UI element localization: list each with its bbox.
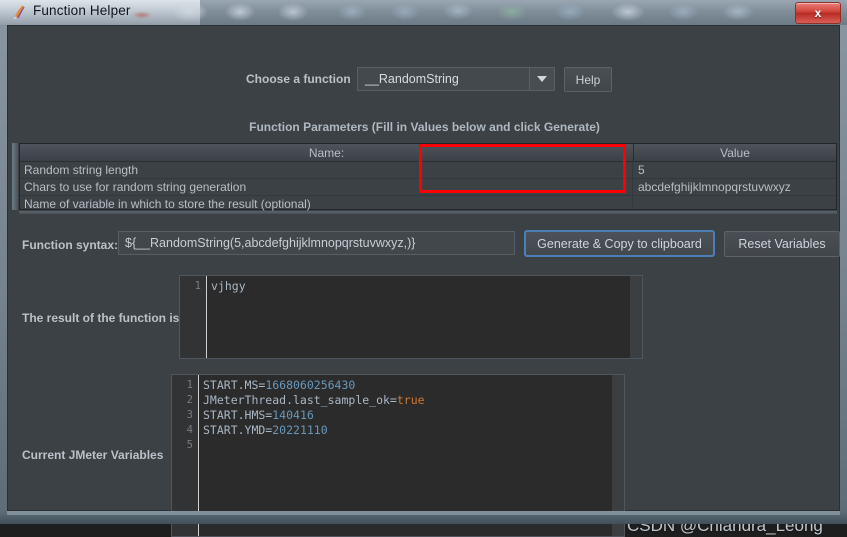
param-name: Random string length xyxy=(20,162,633,178)
result-vertical-scrollbar[interactable] xyxy=(630,276,642,358)
variable-line: START.HMS=140416 xyxy=(203,408,624,423)
column-header-name[interactable]: Name: xyxy=(20,144,634,161)
result-code[interactable]: vjhgy xyxy=(207,276,642,358)
window-bottom-frame-inner xyxy=(7,511,840,515)
result-label: The result of the function is xyxy=(22,311,180,325)
variable-key: START.YMD= xyxy=(203,423,273,437)
table-row[interactable]: Random string length 5 xyxy=(20,162,836,179)
variable-line: JMeterThread.last_sample_ok=true xyxy=(203,393,624,408)
variable-value: 20221110 xyxy=(272,423,328,437)
function-parameters-table-wrap: Name: Value Random string length 5 Chars… xyxy=(12,143,838,214)
title-bar-blur-artifact xyxy=(128,11,156,19)
result-gutter: 1 xyxy=(180,276,206,358)
chevron-down-icon[interactable] xyxy=(529,68,554,90)
line-number: 3 xyxy=(186,409,193,421)
variable-line: START.MS=1668060256430 xyxy=(203,378,624,393)
line-number: 1 xyxy=(194,280,201,292)
generate-and-copy-button[interactable]: Generate & Copy to clipboard xyxy=(524,230,715,257)
close-button[interactable]: x xyxy=(795,2,841,24)
jmeter-feather-icon xyxy=(11,4,27,21)
function-parameters-table: Name: Value Random string length 5 Chars… xyxy=(19,143,837,213)
close-icon: x xyxy=(814,6,822,20)
function-syntax-label: Function syntax: xyxy=(22,238,119,252)
variable-line xyxy=(203,438,624,453)
result-editor[interactable]: 1 vjhgy xyxy=(179,275,643,359)
window-title: Function Helper xyxy=(33,3,131,18)
line-number: 4 xyxy=(186,424,193,436)
column-header-value[interactable]: Value xyxy=(634,144,836,161)
client-area: Choose a function __RandomString Help Fu… xyxy=(7,25,840,537)
function-select-value: __RandomString xyxy=(365,72,459,86)
variable-key: START.MS= xyxy=(203,378,266,392)
function-helper-window: Function Helper x Choose a function __Ra… xyxy=(0,0,847,537)
result-line: vjhgy xyxy=(211,279,246,293)
function-syntax-input[interactable]: ${__RandomString(5,abcdefghijklmnopqrstu… xyxy=(118,231,515,255)
table-bottom-divider xyxy=(19,211,837,214)
line-number: 5 xyxy=(186,439,193,451)
window-bottom-frame xyxy=(0,511,847,524)
param-name: Name of variable in which to store the r… xyxy=(20,196,633,212)
variable-key: START.HMS= xyxy=(203,408,273,422)
function-select[interactable]: __RandomString xyxy=(357,67,555,91)
variable-line: START.YMD=20221110 xyxy=(203,423,624,438)
line-number: 1 xyxy=(186,379,193,391)
reset-variables-button[interactable]: Reset Variables xyxy=(724,231,840,257)
variable-value: true xyxy=(396,393,425,407)
param-name: Chars to use for random string generatio… xyxy=(20,179,633,195)
choose-function-label: Choose a function xyxy=(246,72,351,86)
help-button[interactable]: Help xyxy=(564,67,612,92)
title-bar[interactable]: Function Helper x xyxy=(0,0,847,25)
table-header-row: Name: Value xyxy=(20,144,836,162)
line-number: 2 xyxy=(186,394,193,406)
param-value[interactable]: abcdefghijklmnopqrstuvwxyz xyxy=(633,179,836,195)
param-value[interactable]: 5 xyxy=(633,162,836,178)
table-row[interactable]: Chars to use for random string generatio… xyxy=(20,179,836,196)
function-parameters-title: Function Parameters (Fill in Values belo… xyxy=(249,120,600,134)
variable-value: 140416 xyxy=(272,408,314,422)
param-value[interactable] xyxy=(633,196,836,212)
variable-key: JMeterThread.last_sample_ok= xyxy=(203,393,397,407)
current-jmeter-variables-label: Current JMeter Variables xyxy=(22,448,164,462)
table-left-scrollbar[interactable] xyxy=(12,143,18,210)
variable-value: 1668060256430 xyxy=(265,378,356,392)
